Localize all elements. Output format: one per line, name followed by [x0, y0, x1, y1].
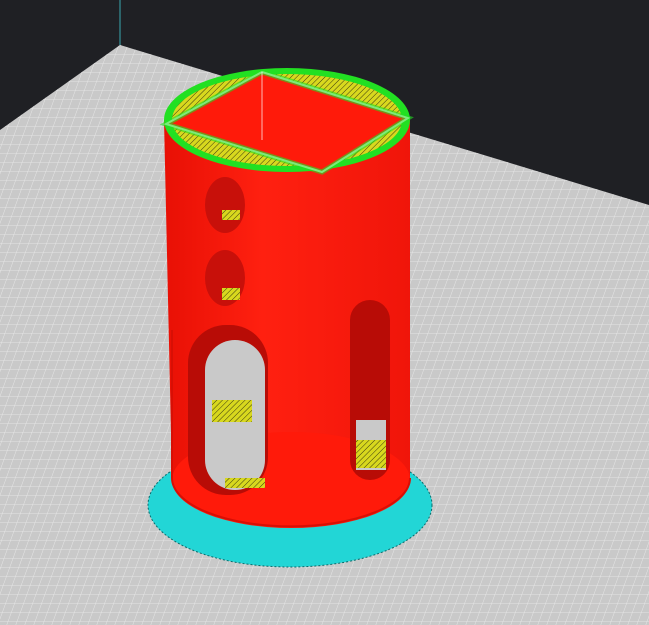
side-hole — [205, 250, 245, 306]
side-slot — [350, 300, 390, 480]
side-hole — [205, 177, 245, 233]
side-slot — [188, 325, 268, 495]
printed-model — [159, 68, 414, 528]
slicer-3d-viewport[interactable] — [0, 0, 649, 625]
layer-preview-canvas[interactable] — [0, 0, 649, 625]
top-layer — [159, 68, 414, 175]
